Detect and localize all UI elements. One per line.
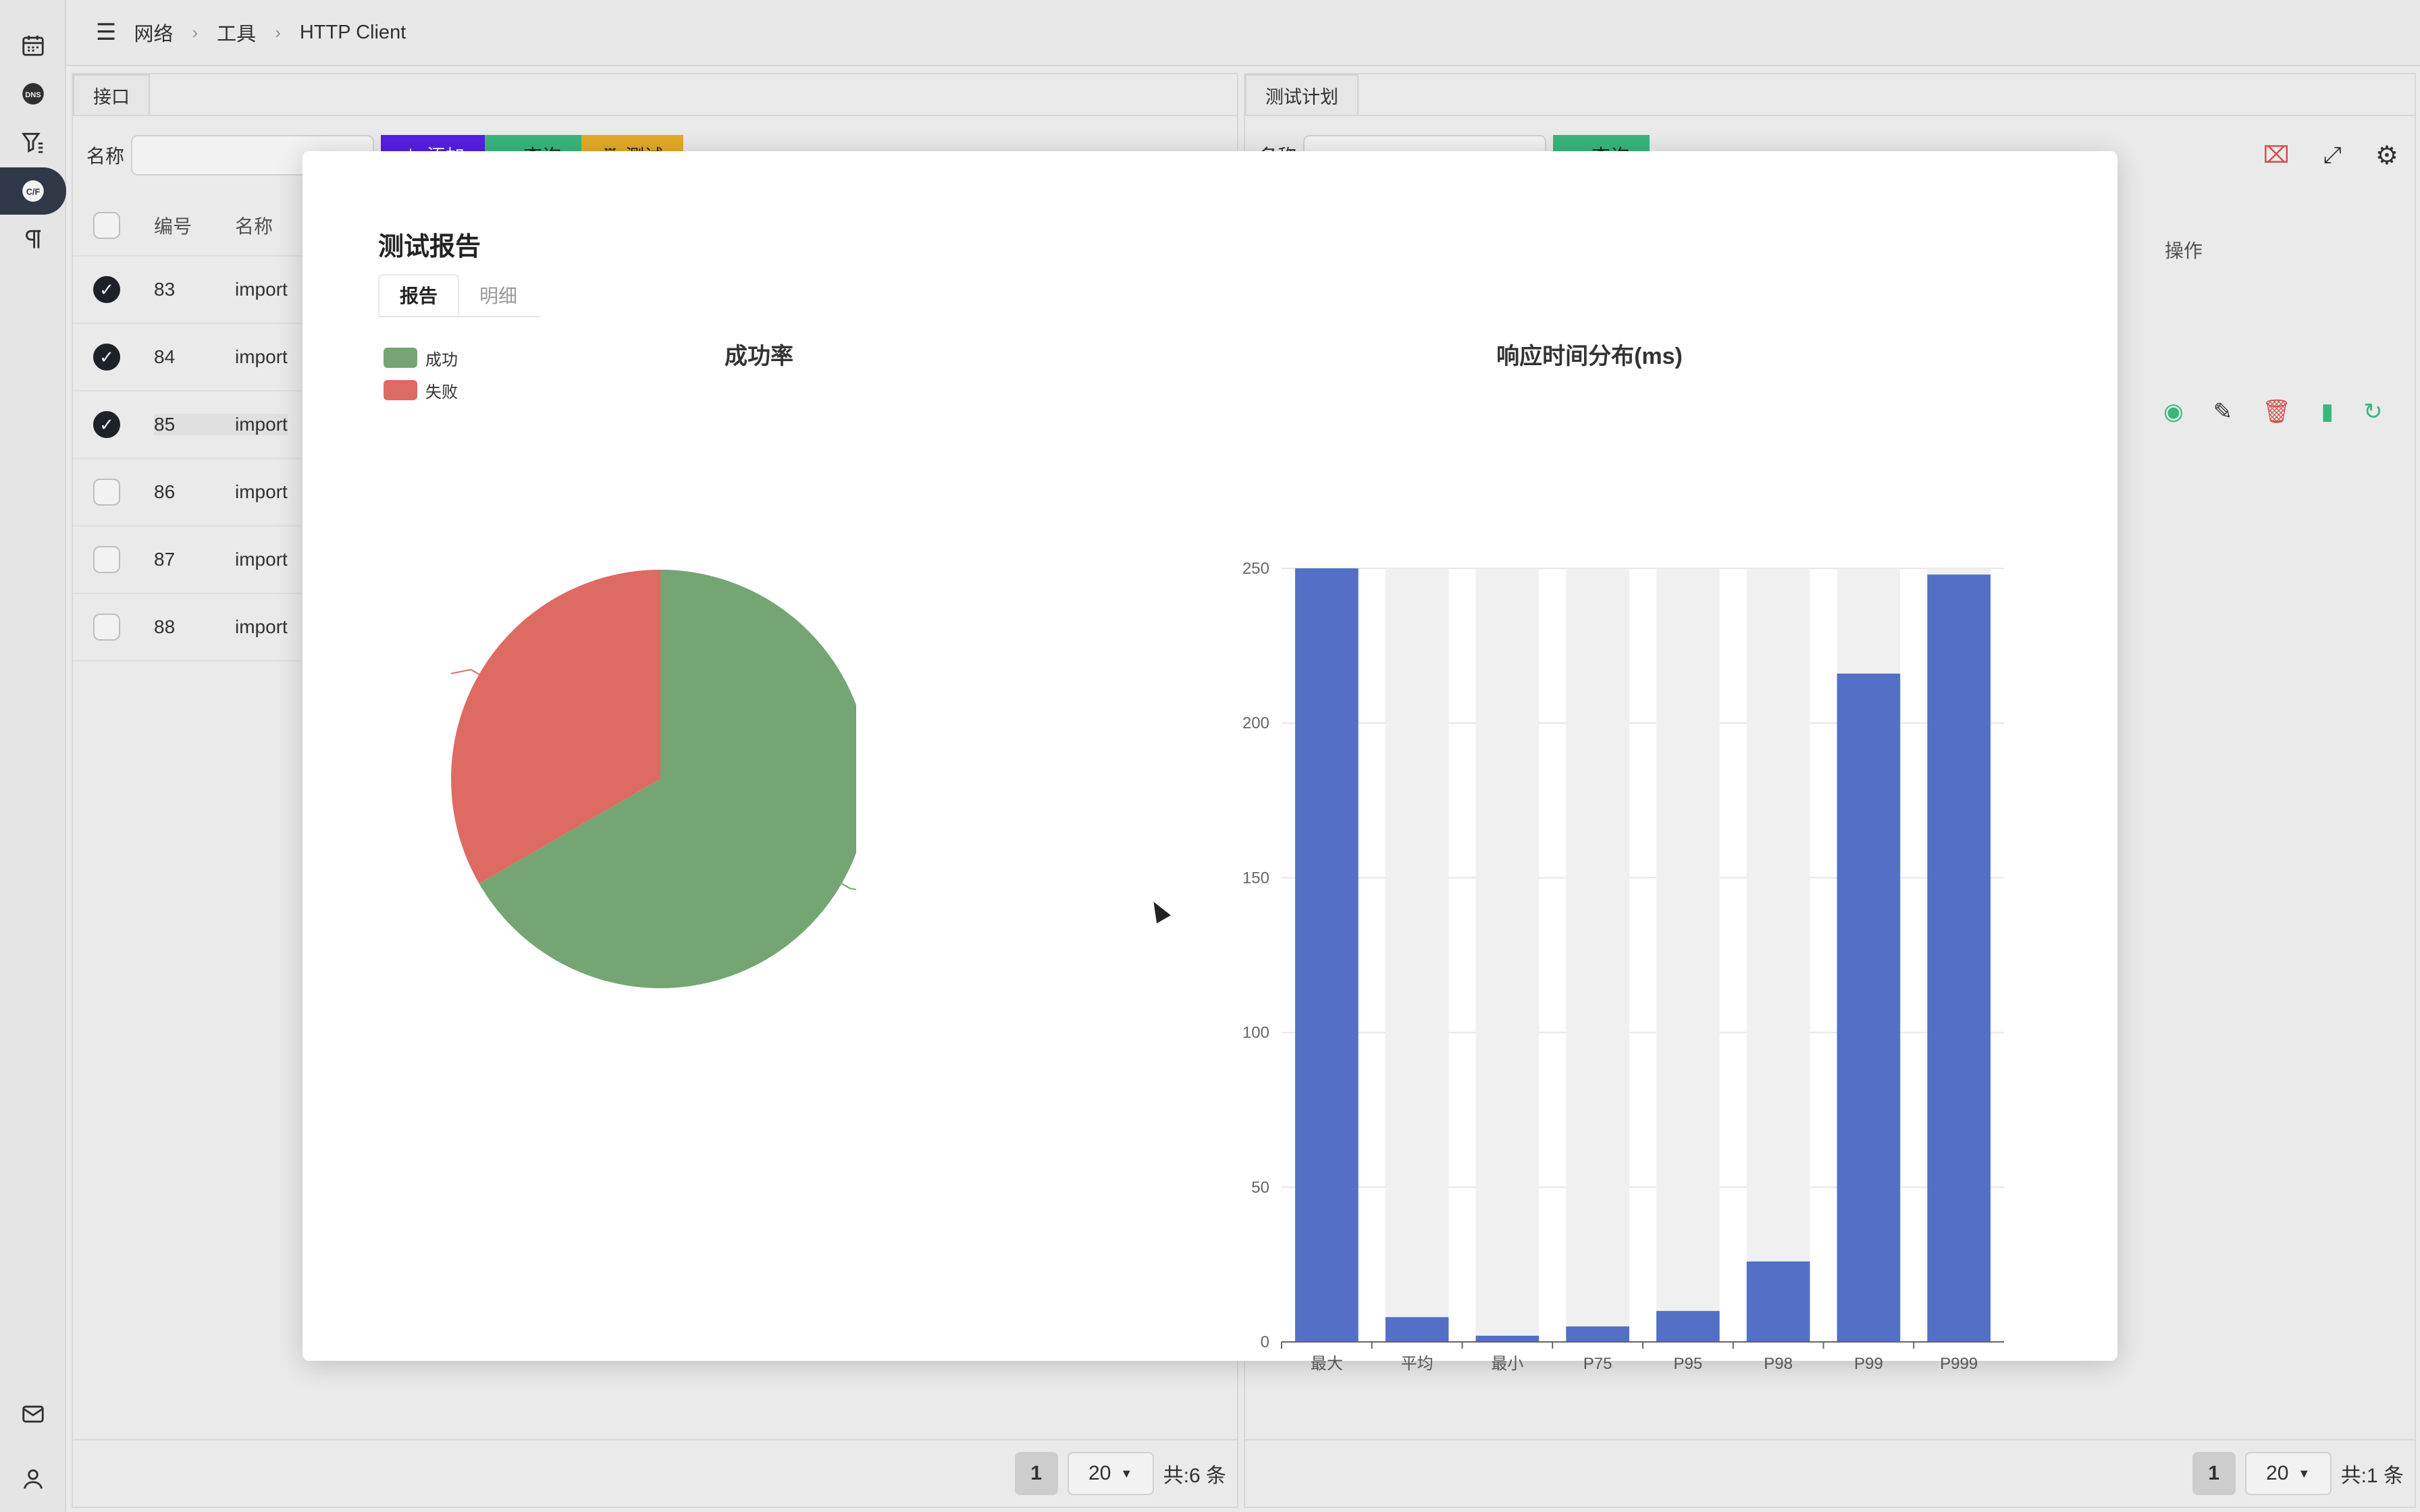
bar-最小[interactable] [1475, 1335, 1540, 1342]
bar-P99[interactable] [1837, 673, 1901, 1342]
legend-label: 失败 [425, 383, 458, 402]
y-tick-label: 150 [1242, 869, 1269, 887]
x-tick-label: 最大 [1311, 1355, 1343, 1373]
mouse-cursor-icon [1147, 898, 1171, 923]
x-tick-label: P999 [1940, 1355, 1978, 1373]
x-tick-label: P99 [1854, 1355, 1883, 1373]
bar-background [1746, 568, 1810, 1342]
bar-最大[interactable] [1295, 568, 1359, 1342]
bar-background [1566, 568, 1629, 1342]
bar-P98[interactable] [1746, 1261, 1810, 1342]
y-tick-label: 100 [1242, 1024, 1269, 1042]
pie-legend: 成功 失败 [384, 342, 458, 406]
pie-label-line [841, 883, 856, 890]
x-tick-label: P75 [1583, 1355, 1612, 1373]
bar-P75[interactable] [1566, 1326, 1629, 1342]
pie-chart-title: 成功率 [725, 344, 793, 369]
x-tick-label: P95 [1674, 1355, 1703, 1373]
pie-label-line [451, 668, 480, 675]
x-tick-label: P98 [1764, 1355, 1793, 1373]
y-tick-label: 0 [1261, 1333, 1269, 1351]
bar-chart: 0 50 100 150 200 250 最大 平均 最小 P75 P95 P98 P99 P999 [1242, 560, 2004, 1373]
y-tick-label: 250 [1242, 560, 1269, 578]
tab-details[interactable]: 明细 [459, 274, 537, 316]
legend-swatch [384, 348, 417, 368]
legend-item-fail[interactable]: 失败 [384, 374, 458, 406]
legend-swatch [384, 380, 417, 400]
pie-chart: 成功失败 [451, 570, 856, 988]
bar-background [1656, 568, 1720, 1342]
test-report-modal: 测试报告 报告 明细 成功 失败 成功率 响应时间分布(ms) 成功失败 050… [302, 151, 2118, 1373]
legend-item-success[interactable]: 成功 [384, 342, 458, 374]
bar-background [1475, 568, 1540, 1342]
x-tick-label: 平均 [1401, 1355, 1433, 1373]
report-tabs: 报告 明细 [378, 274, 540, 317]
bar-chart-title: 响应时间分布(ms) [1496, 344, 1683, 369]
y-tick-label: 50 [1251, 1179, 1269, 1197]
bar-background [1385, 568, 1449, 1342]
modal-title: 测试报告 [378, 233, 481, 261]
y-tick-label: 200 [1242, 714, 1269, 732]
tab-report[interactable]: 报告 [378, 274, 460, 316]
x-tick-label: 最小 [1491, 1355, 1523, 1373]
bar-P999[interactable] [1927, 574, 1991, 1342]
legend-label: 成功 [425, 350, 458, 369]
bar-P95[interactable] [1656, 1311, 1720, 1342]
bar-平均[interactable] [1385, 1317, 1449, 1342]
